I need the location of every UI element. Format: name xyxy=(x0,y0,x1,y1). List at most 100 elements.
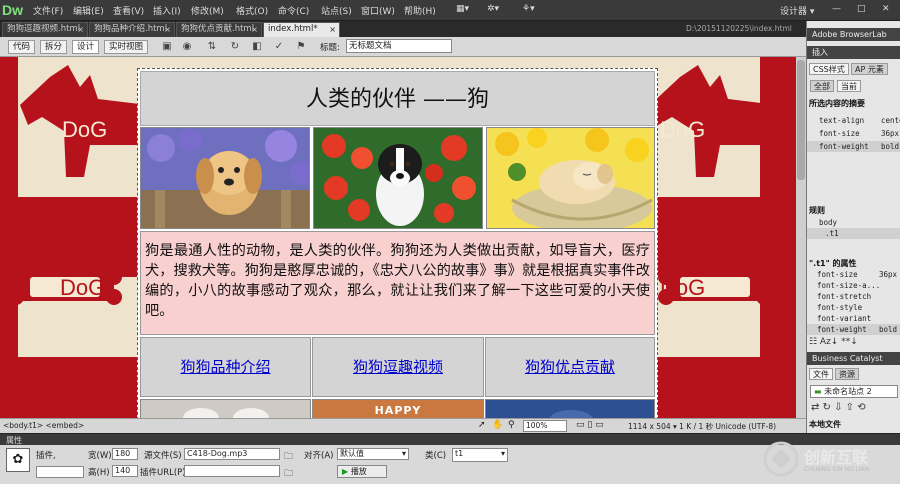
tab-merits[interactable]: 狗狗优点贡献.html × xyxy=(176,22,262,37)
refresh-icon[interactable]: ↻ xyxy=(228,41,242,53)
file-action-icons[interactable]: ⇄ ↻ ⇩ ⇧ ⟲ xyxy=(811,402,866,413)
site-icon: ▬ xyxy=(814,387,822,396)
tab-css-styles[interactable]: CSS样式 xyxy=(809,63,849,75)
title-input[interactable]: 无标题文档 xyxy=(346,39,452,53)
summary-row[interactable]: text-aligncenter xyxy=(807,115,900,126)
property-row[interactable]: font-style xyxy=(807,302,900,313)
rule-row[interactable]: .t1 xyxy=(807,228,900,239)
browse-folder-icon[interactable]: 🗀 xyxy=(284,449,293,465)
link-videos[interactable]: 狗狗逗趣视频 xyxy=(353,358,443,376)
browse-folder-icon[interactable]: 🗀 xyxy=(284,466,293,482)
menu-window[interactable]: 窗口(W) xyxy=(361,4,395,17)
visual-aids-icon[interactable]: ◧ xyxy=(250,41,264,53)
menu-format[interactable]: 格式(O) xyxy=(236,4,268,17)
business-catalyst-panel[interactable]: Business Catalyst xyxy=(807,352,900,365)
puppy-photo-2[interactable] xyxy=(313,127,483,229)
close-icon[interactable]: × xyxy=(77,23,84,36)
tab-assets[interactable]: 资源 xyxy=(835,368,859,380)
live-view-button[interactable]: 实时视图 xyxy=(104,40,149,54)
multiscreen-icon[interactable]: ▣ xyxy=(160,41,174,53)
align-select[interactable]: 默认值 ▾ xyxy=(337,448,409,460)
zoom-select[interactable]: 100% xyxy=(523,420,567,432)
property-row[interactable]: font-size-a... xyxy=(807,280,900,291)
tab-breeds[interactable]: 狗狗品种介绍.html × xyxy=(89,22,175,37)
zoom-tool-icon[interactable]: ⚲ xyxy=(508,420,515,430)
menu-bar: Dw 文件(F) 编辑(E) 查看(V) 插入(I) 修改(M) 格式(O) 命… xyxy=(0,0,900,21)
preview-browser-icon[interactable]: ◉ xyxy=(180,41,194,53)
link-merits[interactable]: 狗狗优点贡献 xyxy=(525,358,615,376)
property-row[interactable]: font-weight bold xyxy=(807,324,900,335)
height-label: 高(H) xyxy=(88,468,110,478)
bottom-image-3[interactable] xyxy=(485,399,655,418)
device-icons[interactable]: ▭ ▯ ▭ xyxy=(576,420,604,430)
source-input[interactable]: C418-Dog.mp3 xyxy=(184,448,280,460)
menu-view[interactable]: 查看(V) xyxy=(113,4,144,17)
design-view-button[interactable]: 设计 xyxy=(72,40,100,54)
bottom-image-1[interactable] xyxy=(140,399,311,418)
tab-funny-videos[interactable]: 狗狗逗趣视频.html × xyxy=(2,22,88,37)
tab-all[interactable]: 全部 xyxy=(810,80,834,92)
menu-help[interactable]: 帮助(H) xyxy=(404,4,436,17)
plugin-name-input[interactable] xyxy=(36,466,84,478)
file-management-icon[interactable]: ⇅ xyxy=(205,41,219,53)
close-icon[interactable]: × xyxy=(329,23,336,36)
menu-file[interactable]: 文件(F) xyxy=(33,4,63,17)
menu-commands[interactable]: 命令(C) xyxy=(278,4,309,17)
puppy-photo-1[interactable] xyxy=(140,127,310,229)
summary-row[interactable]: font-weight bold xyxy=(807,141,900,152)
tab-files[interactable]: 文件 xyxy=(809,368,833,380)
summary-heading: 所选内容的摘要 xyxy=(809,99,865,108)
white-dogs-image xyxy=(141,400,310,418)
puppy-photo-3[interactable] xyxy=(486,127,655,229)
validate-icon[interactable]: ✓ xyxy=(272,41,286,53)
class-select[interactable]: t1 ▾ xyxy=(452,448,508,462)
property-row[interactable]: font-variant xyxy=(807,313,900,324)
gear-icon[interactable]: ✲▾ xyxy=(487,4,499,14)
sleeping-puppy-basket-image xyxy=(487,128,654,228)
pattern-word: DoG xyxy=(660,275,705,300)
workspace-switcher[interactable]: 设计器 ▾ xyxy=(780,4,814,17)
page-heading[interactable]: 人类的伙伴 ——狗 xyxy=(140,71,655,126)
happy-banner-text: HAPPY xyxy=(374,404,422,417)
menu-modify[interactable]: 修改(M) xyxy=(191,4,224,17)
menu-site[interactable]: 站点(S) xyxy=(321,4,352,17)
summary-row[interactable]: font-size 36px xyxy=(807,128,900,139)
insert-panel[interactable]: 插入 xyxy=(807,46,900,59)
menu-edit[interactable]: 编辑(E) xyxy=(73,4,104,17)
tab-index[interactable]: index.html* × xyxy=(263,22,340,37)
select-tool-icon[interactable]: ➚ xyxy=(478,420,486,430)
design-canvas[interactable]: DoG DoG DoG DoG 人类的伙伴 ——狗 狗是最通人性的动物，是人类的… xyxy=(0,57,806,418)
css-view-toggle-icons[interactable]: ☷ Az↓ **↓ xyxy=(809,337,858,347)
width-input[interactable]: 180 xyxy=(112,448,138,460)
intro-paragraph[interactable]: 狗是最通人性的动物，是人类的伙伴。狗狗还为人类做出贡献，如导盲犬，医疗犬，搜救犬… xyxy=(140,231,655,335)
close-icon[interactable]: × xyxy=(251,23,258,36)
tab-ap-elements[interactable]: AP 元素 xyxy=(851,63,888,75)
height-input[interactable]: 140 xyxy=(112,465,138,477)
site-select[interactable]: ▬ 未命名站点 2 xyxy=(810,385,898,398)
tag-selector[interactable]: <body.t1> <embed> xyxy=(3,421,84,430)
hand-tool-icon[interactable]: ✋ xyxy=(492,420,503,430)
plugin-url-input[interactable] xyxy=(184,465,280,477)
rule-row[interactable]: body xyxy=(807,217,900,228)
minimize-icon[interactable]: — xyxy=(832,4,841,14)
bottom-image-2[interactable]: HAPPY xyxy=(312,399,484,418)
site-manager-icon[interactable]: ⚘▾ xyxy=(522,4,535,14)
layout-icon[interactable]: ▦▾ xyxy=(456,4,469,14)
close-icon[interactable]: ✕ xyxy=(882,4,890,14)
width-label: 宽(W) xyxy=(88,451,112,461)
property-row[interactable]: font-size 36px xyxy=(807,269,900,280)
code-view-button[interactable]: 代码 xyxy=(8,40,36,54)
link-breeds[interactable]: 狗狗品种介绍 xyxy=(180,358,270,376)
menu-insert[interactable]: 插入(I) xyxy=(153,4,181,17)
source-label: 源文件(S) xyxy=(144,451,182,461)
maximize-icon[interactable]: □ xyxy=(857,4,866,14)
browser-compat-icon[interactable]: ⚑ xyxy=(294,41,308,53)
tab-current[interactable]: 当前 xyxy=(837,80,861,92)
browserlab-panel[interactable]: Adobe BrowserLab xyxy=(807,28,900,41)
close-icon[interactable]: × xyxy=(164,23,171,36)
play-button[interactable]: ▶ 播放 xyxy=(337,465,387,478)
document-info: 1114 x 504 ▾ 1 K / 1 秒 Unicode (UTF-8) xyxy=(628,422,777,431)
split-view-button[interactable]: 拆分 xyxy=(40,40,68,54)
property-row[interactable]: font-stretch xyxy=(807,291,900,302)
scrollbar-thumb[interactable] xyxy=(797,60,805,180)
